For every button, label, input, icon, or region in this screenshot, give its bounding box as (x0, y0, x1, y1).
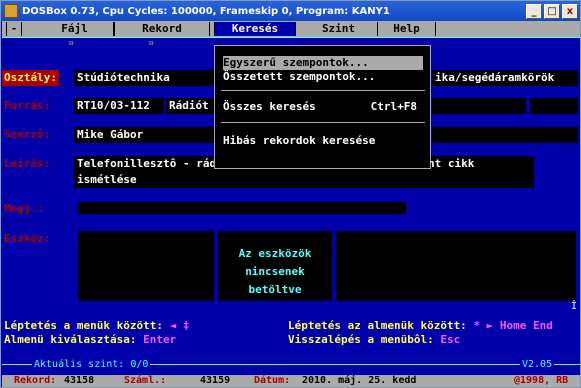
menu-bar: - Fájl Rekord Keresés Szint Help (2, 21, 580, 37)
eszkoz-box-left (78, 231, 214, 301)
megj-field[interactable] (78, 202, 406, 214)
title-bar[interactable]: DOSBox 0.73, Cpu Cycles: 100000, Framesk… (1, 1, 580, 21)
megj-label: Megj.: (4, 202, 44, 215)
menuitem-osszes-kereses[interactable]: Összes keresés Ctrl+F8 (223, 100, 423, 114)
kereses-dropdown: Egyszerű szempontok... Összetett szempon… (214, 45, 431, 169)
eszkoz-box-right (336, 231, 576, 301)
minimize-button[interactable]: _ (526, 3, 542, 19)
program-version: V2.05 (520, 359, 555, 370)
leiras-label: Leírás: (4, 157, 51, 170)
rekord-label: Rekord: (14, 375, 57, 386)
forras-field-2[interactable]: Rádiót (166, 98, 214, 114)
menu-separator (221, 122, 425, 123)
menu-help[interactable]: Help (378, 22, 436, 36)
menu-szint[interactable]: Szint (300, 22, 378, 36)
hint-exit-menu-key: Esc (440, 333, 461, 346)
szerzo-field[interactable]: Mike Gábor (74, 127, 214, 143)
szerzo-label: Szerzô: (4, 128, 51, 141)
szaml-value: 43159 (200, 375, 231, 386)
dosbox-window: DOSBox 0.73, Cpu Cycles: 100000, Framesk… (0, 0, 581, 388)
menuitem-label: Összes keresés (223, 100, 316, 113)
hint-submenu-nav-keys: * ► Home End (473, 319, 553, 332)
menuitem-egyszeru-szempontok[interactable]: Egyszerű szempontok... (223, 56, 423, 70)
forras-field-4[interactable] (530, 98, 578, 114)
rekord-value: 43158 (64, 375, 95, 386)
maximize-button[interactable]: □ (544, 3, 560, 19)
menuitem-label: Egyszerű szempontok... (223, 56, 369, 69)
current-level: Aktuális szint: 0/0 (32, 359, 151, 370)
window-title: DOSBox 0.73, Cpu Cycles: 100000, Framesk… (22, 5, 390, 17)
menu-separator (221, 90, 425, 91)
eszkoz-box-center: Az eszközök nincsenek betöltve (218, 231, 332, 301)
datum-value: 2010. máj. 25. kedd (302, 375, 417, 386)
ruler-mark: ¤ (148, 38, 155, 49)
eszkoz-label: Eszköz: (4, 232, 51, 245)
dos-screen: - Fájl Rekord Keresés Szint Help ¤ ¤ Osz… (2, 21, 580, 387)
menu-system[interactable]: - (6, 22, 22, 36)
osztaly-label: Osztály: (2, 70, 59, 86)
hint-menu-nav: Léptetés a menük között: ◄ ‡ (4, 319, 189, 333)
osztaly-field[interactable]: Stúdiótechnika (74, 70, 214, 86)
menuitem-hibas-rekordok[interactable]: Hibás rekordok keresése (223, 134, 423, 148)
hint-submenu-nav-text: Léptetés az almenük között: (288, 319, 467, 332)
menu-kereses[interactable]: Keresés (214, 22, 296, 36)
close-button[interactable]: x (562, 3, 578, 19)
hint-submenu-select-text: Almenü kiválasztása: (4, 333, 137, 346)
dosbox-app-icon (4, 4, 18, 18)
menuitem-osszetett-szempontok[interactable]: Összetett szempontok... (223, 70, 423, 84)
menuitem-label: Összetett szempontok... (223, 70, 376, 83)
copyright: @1998, RB (514, 375, 569, 386)
datum-label: Dátum: (254, 375, 291, 386)
osztaly-field-tail[interactable]: ika/segédáramkörök (432, 70, 578, 86)
hint-exit-menu: Visszalépés a menübôl: Esc (288, 333, 460, 347)
hint-menu-nav-text: Léptetés a menük között: (4, 319, 163, 332)
forras-label: Forrás: (4, 99, 51, 112)
hint-submenu-select-key: Enter (143, 333, 177, 346)
menu-rekord[interactable]: Rekord (114, 22, 210, 36)
menuitem-label: Hibás rekordok keresése (223, 134, 376, 147)
szaml-label: Száml.: (124, 375, 167, 386)
footer-bar: Rekord: 43158 Száml.: 43159 Dátum: 2010.… (2, 375, 580, 387)
hint-menu-nav-keys: ◄ ‡ (169, 319, 190, 332)
menu-fajl[interactable]: Fájl (36, 22, 114, 36)
menuitem-shortcut: Ctrl+F8 (370, 100, 417, 113)
szerzo-field-2[interactable] (432, 127, 578, 143)
hint-submenu-nav: Léptetés az almenük között: * ► Home End (288, 319, 553, 333)
scroll-indicator[interactable]: Î (571, 301, 577, 312)
forras-field[interactable]: RT10/03-112 (74, 98, 164, 114)
ruler-mark: ¤ (68, 38, 75, 49)
hint-exit-menu-text: Visszalépés a menübôl: (288, 333, 434, 346)
forras-field-3[interactable] (432, 98, 526, 114)
hint-submenu-select: Almenü kiválasztása: Enter (4, 333, 176, 347)
